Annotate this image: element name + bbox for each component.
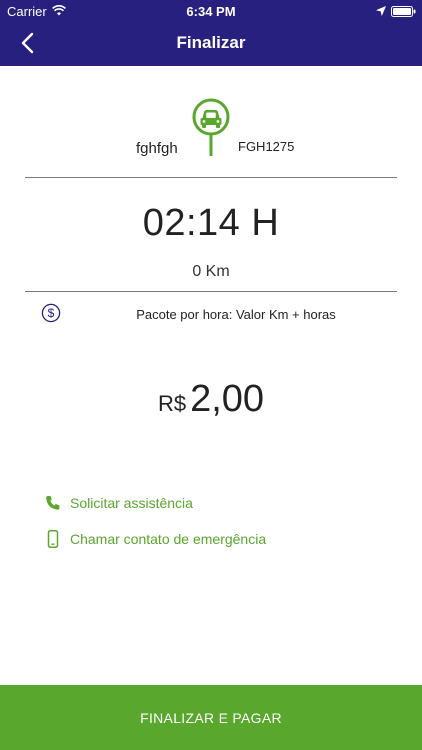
mobile-phone-icon xyxy=(47,530,59,548)
emergency-contact-link[interactable]: Chamar contato de emergência xyxy=(44,530,266,548)
price-amount: 2,00 xyxy=(190,378,265,420)
car-icon xyxy=(192,98,230,156)
phone-icon xyxy=(46,496,60,510)
finish-and-pay-button[interactable]: FINALIZAR E PAGAR xyxy=(0,685,422,750)
trip-distance: 0 Km xyxy=(192,263,230,280)
price-currency: R$ xyxy=(157,391,187,416)
driver-name: fghfgh xyxy=(136,140,178,157)
trip-duration: 02:14 H xyxy=(142,202,280,244)
emergency-contact-label: Chamar contato de emergência xyxy=(70,531,267,547)
status-time: 6:34 PM xyxy=(186,4,236,19)
battery-icon xyxy=(391,6,416,17)
license-plate: FGH1275 xyxy=(238,139,295,154)
app-header: Carrier 6:34 PM Finalizar xyxy=(0,0,422,66)
package-label: Pacote por hora: Valor Km + horas xyxy=(136,307,336,322)
page-title: Finalizar xyxy=(176,33,246,52)
location-arrow-icon xyxy=(376,6,386,16)
status-bar: Carrier 6:34 PM xyxy=(0,0,422,22)
request-assistance-label: Solicitar assistência xyxy=(70,495,193,511)
divider xyxy=(25,291,397,292)
divider xyxy=(25,177,397,178)
request-assistance-link[interactable]: Solicitar assistência xyxy=(44,494,193,512)
total-price: R$ 2,00 xyxy=(0,378,422,421)
